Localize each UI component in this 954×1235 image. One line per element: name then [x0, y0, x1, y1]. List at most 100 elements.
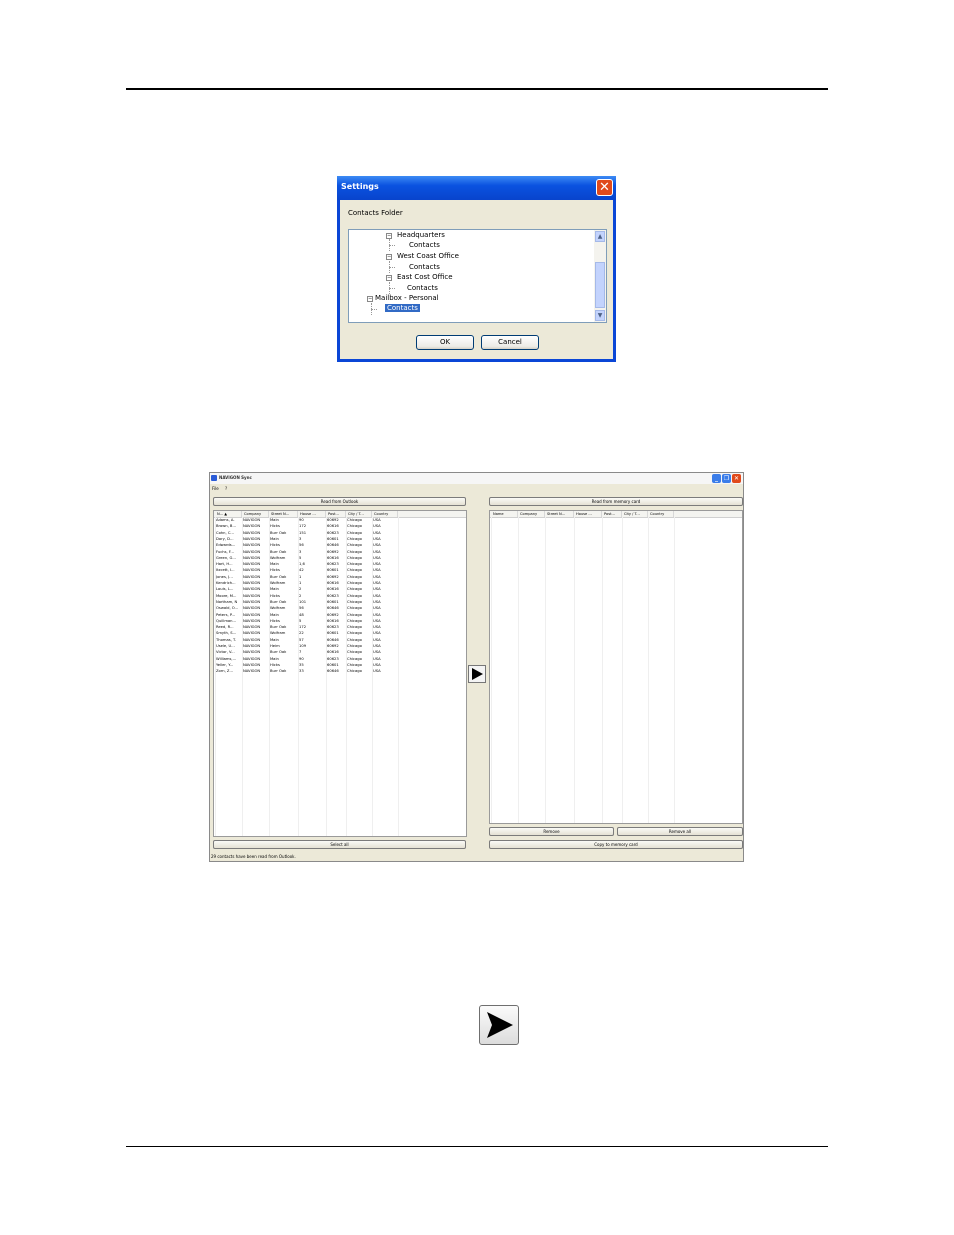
table-cell: 172	[299, 625, 307, 630]
column-header[interactable]: House ...	[574, 511, 602, 517]
menu-file[interactable]: File	[212, 486, 219, 491]
column-header[interactable]: Post...	[602, 511, 622, 517]
table-cell: NAVIGON	[243, 536, 261, 541]
table-cell: 1,6	[299, 562, 305, 567]
close-icon[interactable]: ✕	[732, 474, 741, 483]
table-cell: Dory, D...	[216, 536, 234, 541]
table-cell: 56	[299, 606, 304, 611]
table-cell: 60601	[327, 631, 339, 636]
column-header[interactable]: Name	[491, 511, 518, 517]
column-header[interactable]: N... ▲	[215, 511, 242, 517]
outlook-contacts-table[interactable]: N... ▲ Company Street N... House ... Post...…	[213, 510, 467, 837]
table-cell: NAVIGON	[243, 518, 261, 522]
column-header[interactable]: House ...	[298, 511, 326, 517]
tree-node-mailbox-personal[interactable]: Mailbox - Personal	[375, 294, 439, 302]
tree-scrollbar[interactable]: ▲ ▼	[594, 230, 606, 322]
column-header[interactable]: Company	[242, 511, 269, 517]
table-cell: 42	[299, 568, 304, 573]
cancel-button[interactable]: Cancel	[481, 335, 539, 350]
table-cell: 60692	[327, 574, 339, 579]
scroll-down-icon[interactable]: ▼	[595, 310, 605, 321]
copy-to-memory-card-button[interactable]: Copy to memory card	[489, 840, 743, 849]
scroll-thumb[interactable]	[595, 262, 605, 308]
tree-node-contacts-selected[interactable]: Contacts	[385, 304, 420, 312]
column-header[interactable]: Street N...	[269, 511, 298, 517]
table-cell: 60623	[327, 625, 339, 630]
table-cell: Peters, P...	[216, 612, 236, 617]
table-cell: USA	[373, 644, 381, 648]
table-cell: NAVIGON	[243, 524, 261, 529]
scroll-up-icon[interactable]: ▲	[595, 231, 605, 242]
ok-button[interactable]: OK	[416, 335, 474, 350]
tree-node-contacts[interactable]: Contacts	[407, 284, 438, 292]
column-header[interactable]: Country	[648, 511, 674, 517]
read-from-memory-card-button[interactable]: Read from memory card	[489, 497, 743, 506]
collapse-icon[interactable]: −	[386, 254, 392, 260]
tree-node-west-coast-office[interactable]: West Coast Office	[397, 252, 459, 260]
table-cell: USA	[373, 568, 381, 573]
menu-help[interactable]: ?	[225, 486, 227, 491]
table-cell: Chicago	[347, 612, 362, 617]
window-titlebar[interactable]: NAVIGON Sync _ ❐ ✕	[210, 473, 743, 484]
column-header[interactable]: Company	[518, 511, 545, 517]
tree-node-contacts[interactable]: Contacts	[409, 241, 440, 249]
column-divider	[545, 517, 546, 823]
tree-node-contacts[interactable]: Contacts	[409, 263, 440, 271]
select-all-button[interactable]: Select all	[213, 840, 466, 849]
tree-node-east-cost-office[interactable]: East Cost Office	[397, 273, 453, 281]
table-cell: USA	[373, 562, 381, 567]
table-cell: Chicago	[347, 530, 362, 535]
collapse-icon[interactable]: −	[386, 275, 392, 281]
column-header[interactable]: City / T...	[346, 511, 372, 517]
table-cell: 109	[299, 644, 307, 648]
table-cell: 60692	[327, 549, 339, 554]
table-cell: NAVIGON	[243, 581, 261, 585]
column-header[interactable]: Post...	[326, 511, 346, 517]
folder-tree[interactable]: − Headquarters Contacts − West Coast Off…	[348, 229, 607, 323]
table-cell: Chicago	[347, 562, 362, 567]
table-cell: Chicago	[347, 599, 362, 604]
table-cell: Chicago	[347, 669, 362, 674]
collapse-icon[interactable]: −	[367, 296, 373, 302]
table-cell: Reed, R...	[216, 625, 234, 630]
table-cell: Wolfram	[270, 555, 286, 560]
table-cell: 33	[299, 669, 304, 674]
table-cell: Heim	[270, 644, 280, 648]
table-cell: USA	[373, 631, 381, 636]
table-cell: USA	[373, 518, 381, 522]
table-cell: Oswald, O...	[216, 606, 239, 611]
column-header[interactable]: Country	[372, 511, 398, 517]
column-header[interactable]: City / T...	[622, 511, 648, 517]
memory-card-contacts-table[interactable]: Name Company Street N... House ... Post... Ci…	[489, 510, 743, 824]
close-icon[interactable]: ✕	[596, 179, 613, 196]
table-cell: Edwards...	[216, 543, 236, 548]
table-cell: USA	[373, 650, 381, 655]
table-cell: Hicks	[270, 524, 280, 529]
table-cell: 60692	[327, 644, 339, 648]
tree-node-headquarters[interactable]: Headquarters	[397, 231, 445, 239]
read-from-outlook-button[interactable]: Read from Outlook	[213, 497, 466, 506]
table-cell: Louis, L...	[216, 587, 234, 592]
table-cell: 60692	[327, 518, 339, 522]
dialog-titlebar[interactable]: Settings ✕	[337, 176, 616, 200]
table-cell: NAVIGON	[243, 574, 261, 579]
remove-all-button[interactable]: Remove all	[617, 827, 743, 836]
table-cell: NAVIGON	[243, 625, 261, 630]
transfer-button[interactable]	[468, 665, 486, 683]
table-cell: 60616	[327, 587, 339, 592]
minimize-icon[interactable]: _	[712, 474, 721, 483]
table-cell: NAVIGON	[243, 618, 261, 623]
table-cell: Quillman...	[216, 618, 237, 623]
dialog-title: Settings	[341, 182, 379, 191]
table-cell: 60601	[327, 536, 339, 541]
column-header[interactable]: Street N...	[545, 511, 574, 517]
remove-button[interactable]: Remove	[489, 827, 614, 836]
restore-icon[interactable]: ❐	[722, 474, 731, 483]
table-cell: Hicks	[270, 662, 280, 667]
table-cell: NAVIGON	[243, 631, 261, 636]
table-cell: 60601	[327, 662, 339, 667]
status-bar: 29 contacts have been read from Outlook.	[210, 852, 743, 861]
collapse-icon[interactable]: −	[386, 233, 392, 239]
table-cell: 57	[299, 637, 304, 642]
status-text: 29 contacts have been read from Outlook.	[211, 854, 296, 859]
